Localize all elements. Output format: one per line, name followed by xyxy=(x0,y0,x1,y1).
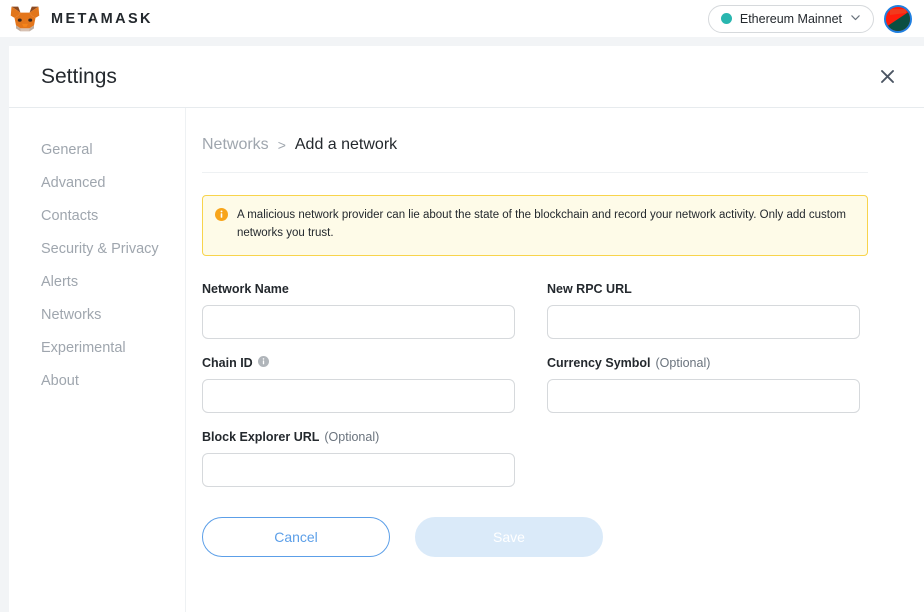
save-button[interactable]: Save xyxy=(415,516,603,557)
warning-text: A malicious network provider can lie abo… xyxy=(237,209,846,239)
sidebar-item-advanced[interactable]: Advanced xyxy=(9,166,185,199)
field-label-block-explorer-url: Block Explorer URL (Optional) xyxy=(202,430,515,444)
header-divider-band xyxy=(0,37,924,46)
field-network-name: Network Name xyxy=(202,282,515,339)
malicious-network-warning: A malicious network provider can lie abo… xyxy=(202,195,868,256)
settings-header: Settings xyxy=(9,46,924,108)
label-text: New RPC URL xyxy=(547,281,632,296)
label-text: Block Explorer URL xyxy=(202,429,320,444)
settings-sidebar: General Advanced Contacts Security & Pri… xyxy=(9,108,186,612)
network-selector[interactable]: Ethereum Mainnet xyxy=(707,4,874,33)
field-currency-symbol: Currency Symbol (Optional) xyxy=(547,356,860,413)
settings-content: Networks > Add a network A malicious net… xyxy=(186,108,924,612)
network-label: Ethereum Mainnet xyxy=(739,11,842,26)
brand: METAMASK xyxy=(10,5,153,33)
breadcrumb-networks[interactable]: Networks xyxy=(202,136,269,154)
network-name-input[interactable] xyxy=(202,304,515,339)
field-label-new-rpc-url: New RPC URL xyxy=(547,282,860,296)
field-label-currency-symbol: Currency Symbol (Optional) xyxy=(547,356,860,370)
optional-tag: (Optional) xyxy=(655,355,711,370)
form-grid-spacer xyxy=(547,430,860,487)
brand-name: METAMASK xyxy=(51,10,153,27)
network-status-dot xyxy=(720,13,732,24)
cancel-button[interactable]: Cancel xyxy=(202,516,390,557)
sidebar-item-contacts[interactable]: Contacts xyxy=(9,199,185,232)
breadcrumb: Networks > Add a network xyxy=(202,136,868,173)
settings-body: General Advanced Contacts Security & Pri… xyxy=(9,108,924,612)
label-text: Network Name xyxy=(202,281,289,296)
field-block-explorer-url: Block Explorer URL (Optional) xyxy=(202,430,515,487)
settings-page: Settings General Advanced Contacts Secur… xyxy=(0,46,924,612)
block-explorer-url-input[interactable] xyxy=(202,452,515,487)
sidebar-item-security-privacy[interactable]: Security & Privacy xyxy=(9,232,185,265)
app-header: METAMASK Ethereum Mainnet xyxy=(0,0,924,37)
sidebar-item-general[interactable]: General xyxy=(9,133,185,166)
sidebar-item-alerts[interactable]: Alerts xyxy=(9,265,185,298)
header-right: Ethereum Mainnet xyxy=(707,4,912,33)
chevron-down-icon xyxy=(850,10,861,28)
breadcrumb-separator: > xyxy=(277,137,286,153)
chain-id-info-icon[interactable] xyxy=(257,355,269,370)
label-text: Currency Symbol xyxy=(547,355,651,370)
sidebar-item-networks[interactable]: Networks xyxy=(9,298,185,331)
info-circle-icon xyxy=(215,208,228,226)
page-title: Settings xyxy=(41,64,117,88)
form-actions: Cancel Save xyxy=(202,516,868,557)
field-chain-id: Chain ID xyxy=(202,355,515,413)
settings-card: Settings General Advanced Contacts Secur… xyxy=(9,46,924,612)
sidebar-item-experimental[interactable]: Experimental xyxy=(9,331,185,364)
chain-id-input[interactable] xyxy=(202,378,515,413)
breadcrumb-current: Add a network xyxy=(294,136,398,153)
currency-symbol-input[interactable] xyxy=(547,378,860,413)
field-label-chain-id: Chain ID xyxy=(202,355,515,370)
field-new-rpc-url: New RPC URL xyxy=(547,282,860,339)
field-label-network-name: Network Name xyxy=(202,282,515,296)
account-identicon[interactable] xyxy=(884,4,912,33)
page-gutter xyxy=(0,46,9,612)
add-network-form: Network Name New RPC URL Chain ID Curren… xyxy=(202,282,868,487)
close-icon[interactable] xyxy=(874,64,900,90)
label-text: Chain ID xyxy=(202,355,253,370)
metamask-fox-icon xyxy=(10,5,40,33)
optional-tag: (Optional) xyxy=(324,429,380,444)
new-rpc-url-input[interactable] xyxy=(547,304,860,339)
sidebar-item-about[interactable]: About xyxy=(9,364,185,397)
